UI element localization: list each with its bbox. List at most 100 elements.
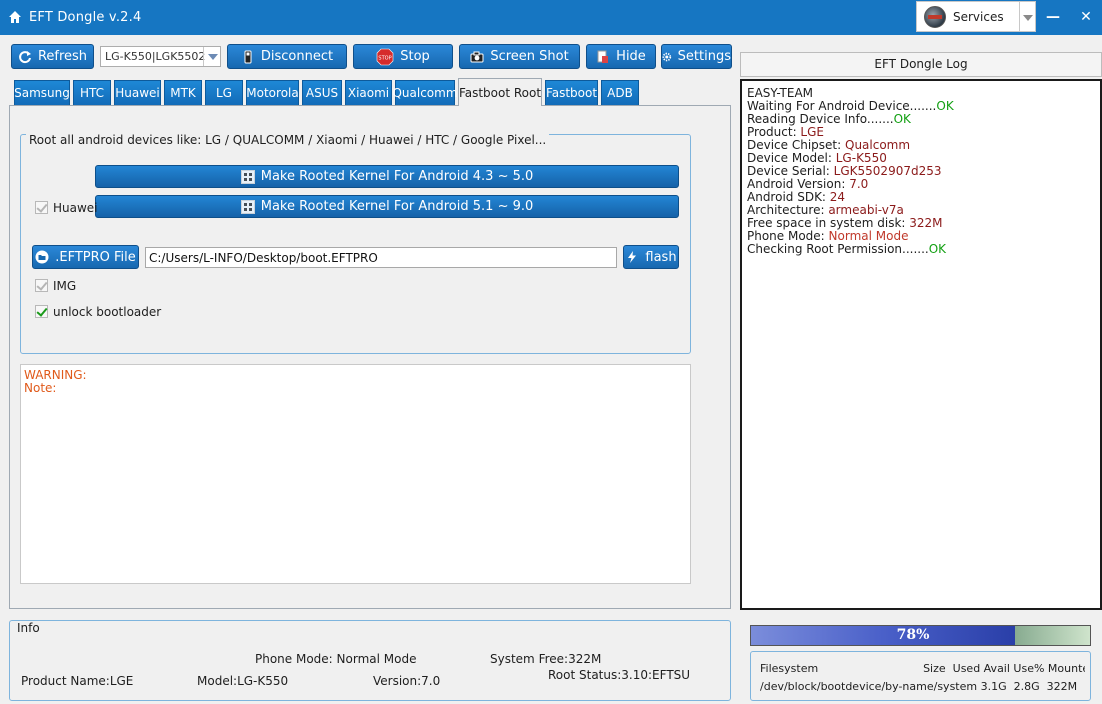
tab-fastboot[interactable]: Fastboot	[545, 80, 598, 105]
info-title: Info	[17, 621, 40, 635]
note-text: Note:	[24, 381, 57, 395]
info-phone-mode: Phone Mode: Normal Mode	[255, 652, 417, 666]
tab-fastboot-root[interactable]: Fastboot Root	[458, 78, 542, 106]
chevron-down-icon[interactable]	[1023, 15, 1033, 21]
log-line-value: LGK5502907d253	[833, 164, 942, 178]
img-label: IMG	[53, 279, 77, 293]
usb-icon	[244, 50, 252, 63]
tab-huawei[interactable]: Huawei	[114, 80, 161, 105]
tab-asus[interactable]: ASUS	[302, 80, 342, 105]
eftpro-file-label: .EFTPRO File	[55, 249, 136, 265]
settings-label: Settings	[677, 49, 731, 64]
warning-notes-box[interactable]: WARNING: Note:	[20, 364, 691, 584]
log-line-text: Waiting For Android Device.......	[747, 99, 937, 113]
log-line-value: Qualcomm	[845, 138, 911, 152]
log-line-text: Architecture:	[747, 203, 829, 217]
huawei-label: Huawei	[53, 201, 98, 215]
tab-mtk[interactable]: MTK	[164, 80, 202, 105]
info-product-name: Product Name:LGE	[21, 674, 134, 688]
log-line-value: 322M	[909, 216, 943, 230]
screenshot-button[interactable]: Screen Shot	[459, 44, 580, 69]
log-title: EFT Dongle Log	[740, 52, 1102, 77]
log-line-text: Product:	[747, 125, 801, 139]
log-line-text: Android SDK:	[747, 190, 830, 204]
disconnect-button[interactable]: Disconnect	[227, 44, 347, 69]
log-line-text: Device Serial:	[747, 164, 834, 178]
filesystem-header: Filesystem Size Used Avail Use% Mounted …	[760, 662, 1085, 675]
log-line-text: Device Model:	[747, 151, 836, 165]
minimize-button[interactable]: —	[1044, 8, 1062, 26]
device-select[interactable]: LG-K550|LGK5502	[100, 46, 221, 67]
stop-label: Stop	[400, 49, 430, 64]
camera-icon	[470, 51, 484, 62]
hide-button[interactable]: Hide	[586, 44, 656, 69]
stop-badge-text: STOP	[379, 55, 392, 61]
make-kernel-43-50-label: Make Rooted Kernel For Android 4.3 ~ 5.0	[260, 169, 534, 184]
tab-xiaomi[interactable]: Xiaomi	[345, 80, 392, 105]
info-system-free: System Free:322M	[490, 652, 602, 666]
close-button[interactable]: ✕	[1077, 8, 1095, 26]
filesystem-group	[750, 651, 1091, 701]
log-line-value: 7.0	[849, 177, 869, 191]
grid-icon	[240, 169, 255, 184]
title-bar: EFT Dongle v.2.4 Services — ✕	[0, 0, 1102, 35]
stop-button[interactable]: STOP Stop	[353, 44, 453, 69]
log-line-text: Reading Device Info.......	[747, 112, 894, 126]
tab-adb[interactable]: ADB	[601, 80, 639, 105]
log-line-text: EASY-TEAM	[747, 86, 814, 100]
log-line-value: OK	[893, 112, 911, 126]
chevron-down-icon[interactable]	[208, 54, 218, 60]
make-kernel-43-50-button[interactable]: Make Rooted Kernel For Android 4.3 ~ 5.0	[95, 165, 679, 188]
info-version: Version:7.0	[373, 674, 441, 688]
huawei-checkbox[interactable]	[35, 201, 48, 214]
eftpro-file-button[interactable]: .EFTPRO File	[32, 245, 139, 269]
lightning-icon	[628, 251, 637, 263]
refresh-button[interactable]: Refresh	[11, 44, 94, 69]
flash-button[interactable]: flash	[623, 245, 679, 269]
hide-label: Hide	[616, 49, 646, 64]
info-model: Model:LG-K550	[197, 674, 289, 688]
grid-icon	[240, 199, 255, 214]
filesystem-row: /dev/block/bootdevice/by-name/system 3.1…	[760, 680, 1078, 693]
tab-qualcomm[interactable]: Qualcomm	[392, 80, 458, 105]
eft-logo-icon	[924, 6, 946, 28]
settings-button[interactable]: Settings	[661, 44, 732, 69]
services-dropdown[interactable]: Services	[916, 1, 1036, 32]
log-line: Checking Root Permission.......OK	[747, 243, 1095, 256]
log-line-value: OK	[936, 99, 954, 113]
home-icon	[9, 11, 21, 23]
root-group-title: Root all android devices like: LG / QUAL…	[26, 133, 550, 147]
flash-label: flash	[645, 249, 677, 265]
tab-lg[interactable]: LG	[205, 80, 243, 105]
stop-icon: STOP	[376, 48, 394, 65]
unlock-bootloader-checkbox[interactable]	[35, 305, 48, 318]
refresh-icon	[19, 50, 31, 63]
make-kernel-51-90-label: Make Rooted Kernel For Android 5.1 ~ 9.0	[260, 199, 534, 214]
tab-motorola[interactable]: Motorola	[246, 80, 299, 105]
log-line-value: armeabi-v7a	[828, 203, 904, 217]
log-line-text: Device Chipset:	[747, 138, 845, 152]
log-line-value: OK	[928, 242, 947, 256]
progress-bar: 78%	[750, 625, 1091, 646]
device-select-value: LG-K550|LGK5502	[105, 50, 206, 63]
log-line-text: Free space in system disk:	[747, 216, 910, 230]
refresh-label: Refresh	[37, 49, 88, 64]
gear-icon	[662, 52, 672, 61]
log-line-text: Checking Root Permission.......	[747, 242, 929, 256]
window-title: EFT Dongle v.2.4	[29, 10, 142, 25]
log-line-text: Android Version:	[747, 177, 850, 191]
services-label: Services	[953, 10, 1004, 24]
tab-samsung[interactable]: Samsung	[14, 80, 70, 105]
progress-label: 78%	[896, 627, 930, 643]
log-line-text: Phone Mode:	[747, 229, 829, 243]
disconnect-label: Disconnect	[260, 49, 334, 64]
log-panel[interactable]: EASY-TEAM Waiting For Android Device.....…	[740, 79, 1102, 610]
make-kernel-51-90-button[interactable]: Make Rooted Kernel For Android 5.1 ~ 9.0	[95, 195, 679, 218]
img-checkbox[interactable]	[35, 279, 48, 292]
log-line-value: Normal Mode	[828, 229, 909, 243]
file-path-input[interactable]: C:/Users/L-INFO/Desktop/boot.EFTPRO	[145, 247, 617, 268]
log-line-value: LG-K550	[835, 151, 887, 165]
folder-icon	[35, 250, 49, 264]
info-root-status: Root Status:3.10:EFTSU	[548, 668, 691, 682]
tab-htc[interactable]: HTC	[73, 80, 111, 105]
